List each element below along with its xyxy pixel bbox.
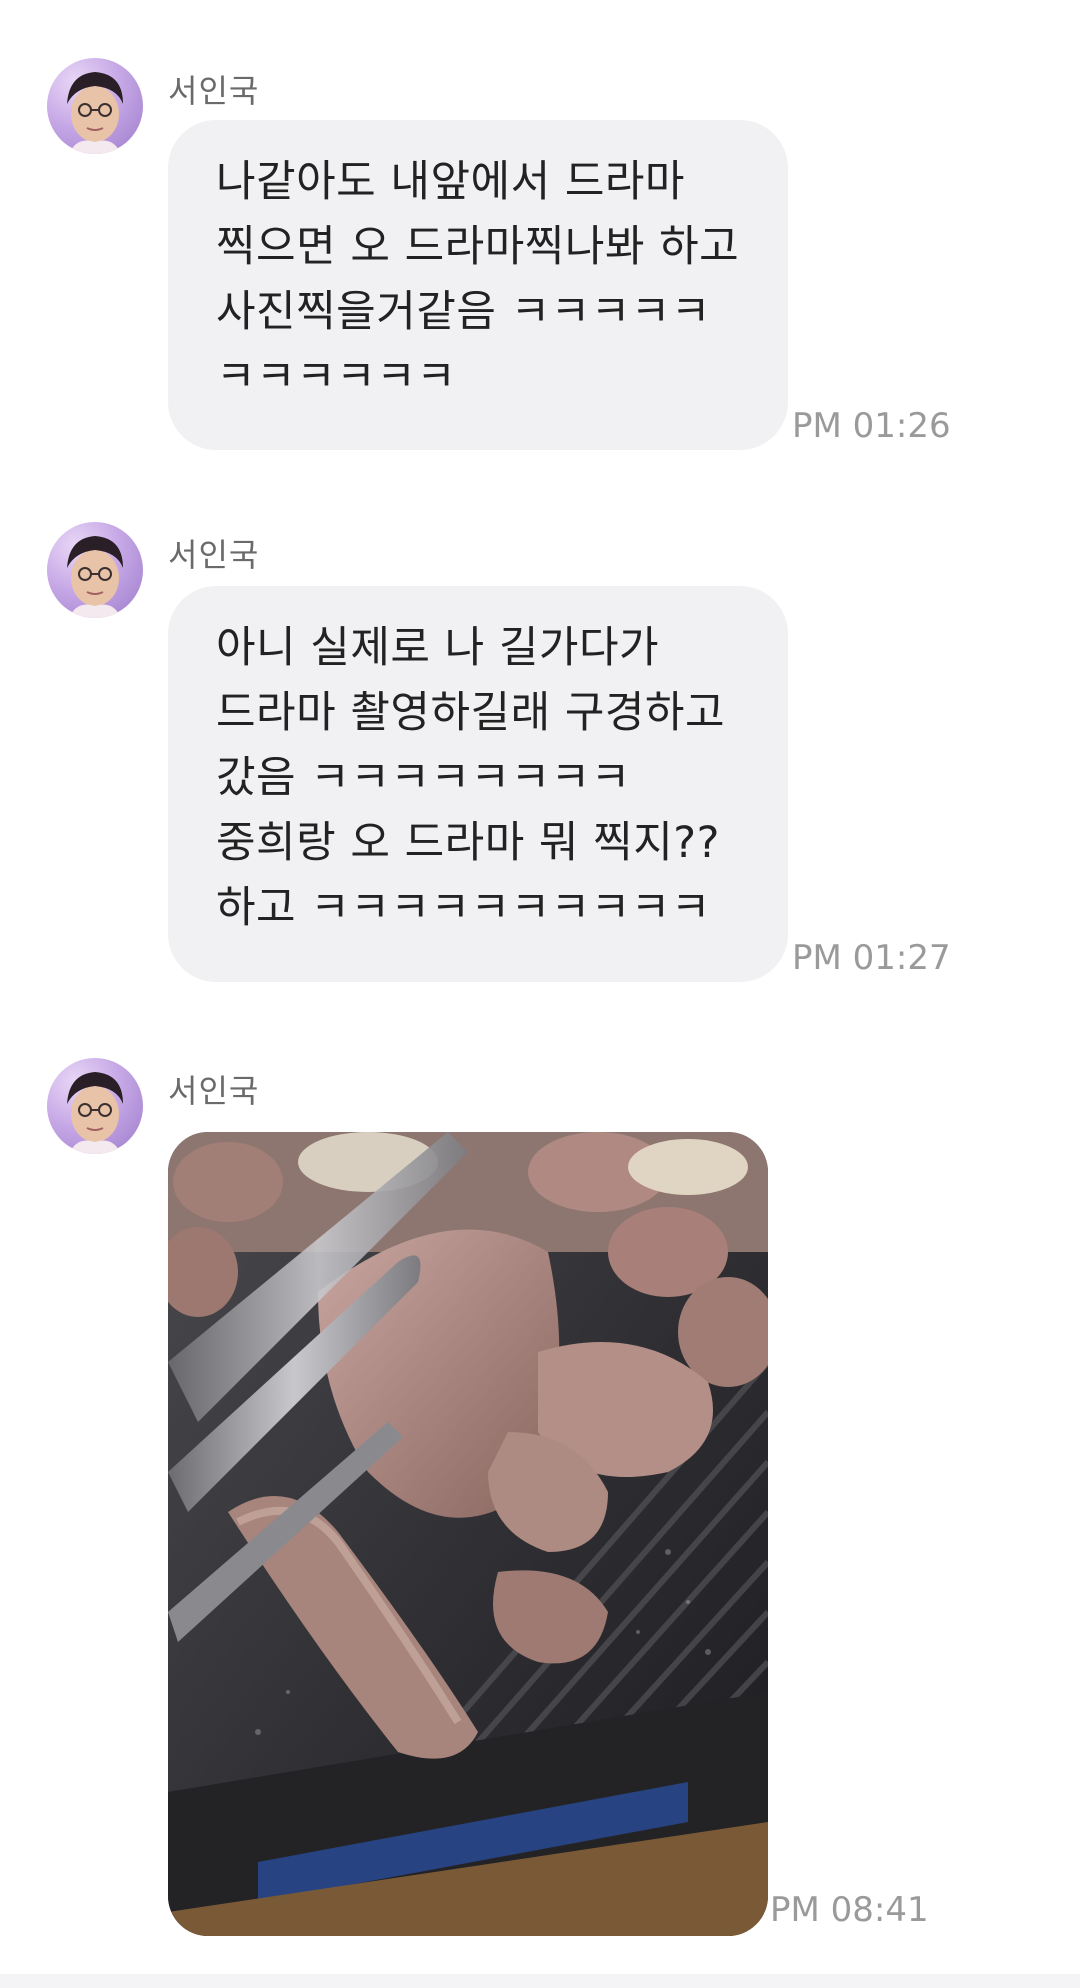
message-line: 찍으면 오 드라마찍나봐 하고: [216, 222, 740, 272]
message-line: 하고 ㅋㅋㅋㅋㅋㅋㅋㅋㅋㅋ: [216, 883, 711, 933]
message-line: 갔음 ㅋㅋㅋㅋㅋㅋㅋㅋ: [216, 753, 631, 803]
message-line: 아니 실제로 나 길가다가: [216, 623, 660, 673]
avatar[interactable]: [47, 58, 143, 154]
message-line: ㅋㅋㅋㅋㅋㅋ: [216, 352, 457, 402]
message-line: 중희랑 오 드라마 뭐 찍지??: [216, 818, 720, 868]
photo-image: [168, 1132, 768, 1936]
message-timestamp: PM 01:27: [792, 938, 951, 978]
avatar-portrait-icon: [67, 536, 123, 618]
message-line: 사진찍을거같음 ㅋㅋㅋㅋㅋ: [216, 287, 711, 337]
sender-name: 서인국: [168, 536, 260, 574]
avatar[interactable]: [47, 522, 143, 618]
message-timestamp: PM 01:26: [792, 406, 951, 446]
message-line: 드라마 촬영하길래 구경하고: [216, 688, 726, 738]
message-bubble[interactable]: 아니 실제로 나 길가다가 드라마 촬영하길래 구경하고 갔음 ㅋㅋㅋㅋㅋㅋㅋㅋ…: [168, 586, 788, 982]
grilled-pork-photo[interactable]: [168, 1132, 768, 1936]
sender-name: 서인국: [168, 1072, 260, 1110]
avatar-portrait-icon: [67, 72, 123, 154]
message-bubble[interactable]: 나같아도 내앞에서 드라마 찍으면 오 드라마찍나봐 하고 사진찍을거같음 ㅋㅋ…: [168, 120, 788, 450]
avatar-portrait-icon: [67, 1072, 123, 1154]
message-line: 나같아도 내앞에서 드라마: [216, 157, 685, 207]
bottom-divider: [0, 1974, 1080, 1988]
avatar[interactable]: [47, 1058, 143, 1154]
message-timestamp: PM 08:41: [770, 1890, 929, 1930]
sender-name: 서인국: [168, 72, 260, 110]
